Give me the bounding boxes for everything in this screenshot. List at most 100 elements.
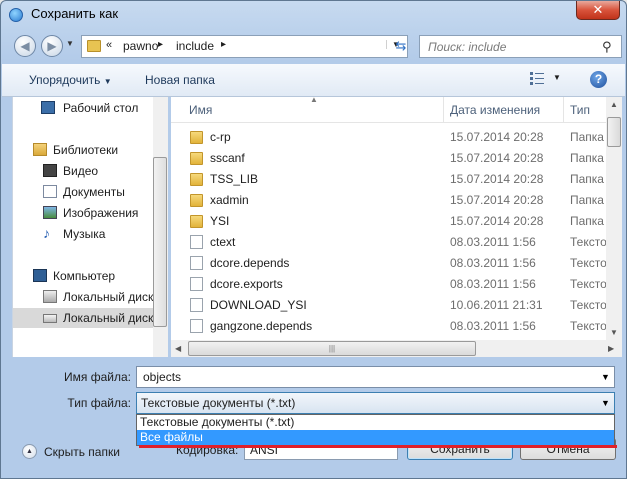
filetype-option-all-files[interactable]: Все файлы <box>137 430 614 445</box>
help-icon[interactable]: ? <box>590 71 607 88</box>
file-row[interactable]: xadmin 15.07.2014 20:28 Папка <box>171 190 606 211</box>
view-dropdown[interactable]: ▼ <box>553 73 561 82</box>
file-name: TSS_LIB <box>210 172 259 186</box>
file-name: xadmin <box>210 193 249 207</box>
sidebar-item-computer[interactable]: Компьютер <box>13 266 153 286</box>
file-row[interactable]: ctext 08.03.2011 1:56 Тексто <box>171 232 606 253</box>
new-folder-button[interactable]: Новая папка <box>145 73 215 87</box>
text-file-icon <box>190 298 203 312</box>
file-date: 15.07.2014 20:28 <box>450 151 544 165</box>
column-header: ▲ Имя Дата изменения Тип <box>171 97 606 123</box>
file-row[interactable]: TSS_LIB 15.07.2014 20:28 Папка <box>171 169 606 190</box>
column-name[interactable]: Имя <box>189 103 212 117</box>
file-type: Тексто <box>570 277 606 291</box>
hide-folders-label[interactable]: Скрыть папки <box>44 445 120 459</box>
magnifier-icon[interactable]: ⚲ <box>602 39 612 55</box>
column-date[interactable]: Дата изменения <box>450 103 540 117</box>
window-title: Сохранить как <box>31 6 119 21</box>
file-list-vertical-scrollbar[interactable]: ▲ ▼ <box>606 97 622 340</box>
file-list-hscroll-thumb[interactable]: ||| <box>188 341 476 356</box>
back-arrow-icon: ◀ <box>20 39 30 53</box>
video-icon <box>43 164 57 177</box>
chevron-down-icon[interactable]: ▼ <box>601 372 610 382</box>
command-bar: Упорядочить ▼ Новая папка ▼ ? <box>2 64 625 97</box>
file-date: 15.07.2014 20:28 <box>450 130 544 144</box>
column-type[interactable]: Тип <box>570 103 590 117</box>
sidebar-item-desktop[interactable]: Рабочий стол <box>13 98 153 118</box>
chevron-down-icon[interactable]: ▼ <box>601 398 610 408</box>
file-row[interactable]: YSI 15.07.2014 20:28 Папка <box>171 211 606 232</box>
filetype-option-txt[interactable]: Текстовые документы (*.txt) <box>137 415 614 430</box>
search-input[interactable]: Поиск: include ⚲ <box>419 35 622 58</box>
filename-input[interactable]: objects ▼ <box>136 366 615 388</box>
file-name: ctext <box>210 235 236 249</box>
file-date: 10.06.2011 21:31 <box>450 298 543 312</box>
text-file-icon <box>190 235 203 249</box>
file-row[interactable]: DOWNLOAD_YSI 10.06.2011 21:31 Тексто <box>171 295 606 316</box>
refresh-icon: ⇆ <box>395 38 407 53</box>
title-bar: Сохранить как ✕ <box>1 1 626 29</box>
recent-locations-dropdown[interactable]: ▼ <box>66 39 74 48</box>
system-drive-icon <box>43 290 57 303</box>
file-type: Папка <box>570 172 604 186</box>
close-icon: ✕ <box>592 2 604 17</box>
scroll-down-icon[interactable]: ▼ <box>610 328 618 337</box>
view-options-icon[interactable] <box>530 71 544 85</box>
text-file-icon <box>190 256 203 270</box>
filetype-select[interactable]: Текстовые документы (*.txt) ▼ <box>136 392 615 414</box>
breadcrumb-separator-icon[interactable]: ▸ <box>158 39 163 50</box>
filetype-label: Тип файла: <box>67 396 131 410</box>
breadcrumb-include[interactable]: include <box>176 39 214 53</box>
column-divider[interactable] <box>563 97 564 122</box>
file-date: 15.07.2014 20:28 <box>450 172 544 186</box>
filetype-value: Текстовые документы (*.txt) <box>141 396 296 410</box>
overflow-chevron-icon[interactable]: « <box>106 39 112 51</box>
column-divider[interactable] <box>443 97 444 122</box>
scroll-right-icon[interactable]: ▶ <box>608 344 614 353</box>
folder-icon <box>190 194 203 207</box>
scroll-up-icon[interactable]: ▲ <box>610 100 618 109</box>
file-date: 08.03.2011 1:56 <box>450 256 536 270</box>
close-button[interactable]: ✕ <box>576 1 620 20</box>
sidebar-item-video[interactable]: Видео <box>13 161 153 181</box>
file-type: Тексто <box>570 298 606 312</box>
file-list-horizontal-scrollbar[interactable]: ◀ ||| ▶ <box>171 340 622 357</box>
breadcrumb-separator-icon[interactable]: ▸ <box>221 39 226 50</box>
chevron-down-icon: ▼ <box>103 77 112 86</box>
organize-button[interactable]: Упорядочить ▼ <box>29 73 112 87</box>
file-row[interactable]: sscanf 15.07.2014 20:28 Папка <box>171 148 606 169</box>
sidebar-item-music[interactable]: ♪ Музыка <box>13 224 153 244</box>
hide-folders-icon[interactable]: ▲ <box>22 444 37 459</box>
file-date: 15.07.2014 20:28 <box>450 214 544 228</box>
file-date: 08.03.2011 1:56 <box>450 277 536 291</box>
file-type: Папка <box>570 130 604 144</box>
forward-button[interactable]: ▶ <box>41 35 63 57</box>
file-row[interactable]: dcore.exports 08.03.2011 1:56 Тексто <box>171 274 606 295</box>
sidebar-item-system-drive[interactable]: Локальный диск <box>13 287 153 307</box>
forward-arrow-icon: ▶ <box>47 39 57 53</box>
sidebar-scrollbar[interactable] <box>153 97 168 357</box>
sidebar-scroll-thumb[interactable] <box>153 157 167 327</box>
documents-icon <box>43 185 57 198</box>
filetype-options-list: Текстовые документы (*.txt) Все файлы <box>136 414 615 446</box>
file-row[interactable]: dcore.depends 08.03.2011 1:56 Тексто <box>171 253 606 274</box>
sidebar-item-libraries[interactable]: Библиотеки <box>13 140 153 160</box>
file-list: ▲ Имя Дата изменения Тип c-rp 15.07.2014 … <box>171 97 606 340</box>
file-list-scroll-thumb[interactable] <box>607 117 621 147</box>
scroll-left-icon[interactable]: ◀ <box>175 344 181 353</box>
sidebar-item-documents[interactable]: Документы <box>13 182 153 202</box>
address-bar[interactable]: « pawno ▸ include ▸ ▼ <box>81 35 408 58</box>
back-button[interactable]: ◀ <box>14 35 36 57</box>
file-type: Папка <box>570 151 604 165</box>
file-date: 08.03.2011 1:56 <box>450 235 536 249</box>
file-row[interactable]: gangzone.depends 08.03.2011 1:56 Тексто <box>171 316 606 337</box>
file-row[interactable]: c-rp 15.07.2014 20:28 Папка <box>171 127 606 148</box>
folder-icon <box>190 215 203 228</box>
sidebar-item-pictures[interactable]: Изображения <box>13 203 153 223</box>
file-date: 15.07.2014 20:28 <box>450 193 544 207</box>
file-type: Тексто <box>570 319 606 333</box>
sidebar-item-drive-selected[interactable]: Локальный диск <box>13 308 153 328</box>
file-name: sscanf <box>210 151 245 165</box>
refresh-button[interactable]: ⇆ <box>389 35 413 58</box>
breadcrumb-pawno[interactable]: pawno <box>123 39 158 53</box>
